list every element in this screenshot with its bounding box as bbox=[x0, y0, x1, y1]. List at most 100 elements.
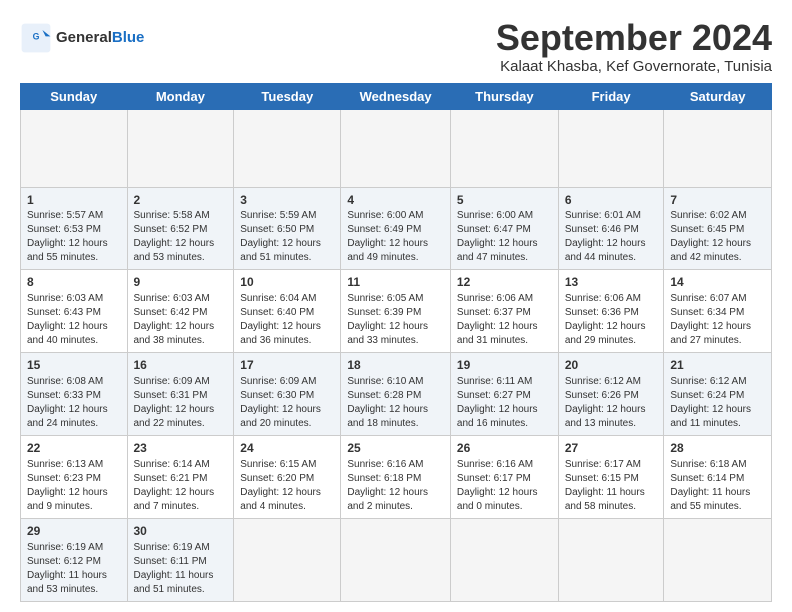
day-info: and 58 minutes. bbox=[565, 500, 658, 514]
day-info: Sunset: 6:40 PM bbox=[240, 306, 334, 320]
day-number: 4 bbox=[347, 192, 444, 209]
day-info: Daylight: 12 hours bbox=[565, 320, 658, 334]
day-info: Sunset: 6:27 PM bbox=[457, 389, 552, 403]
day-number: 11 bbox=[347, 274, 444, 291]
day-number: 8 bbox=[27, 274, 121, 291]
day-info: Sunrise: 5:57 AM bbox=[27, 209, 121, 223]
calendar-cell: 27Sunrise: 6:17 AMSunset: 6:15 PMDayligh… bbox=[558, 435, 664, 518]
calendar-cell bbox=[341, 518, 451, 601]
day-info: and 18 minutes. bbox=[347, 417, 444, 431]
day-info: Daylight: 11 hours bbox=[565, 486, 658, 500]
day-info: Daylight: 11 hours bbox=[670, 486, 765, 500]
day-info: Sunrise: 6:07 AM bbox=[670, 292, 765, 306]
calendar-cell: 17Sunrise: 6:09 AMSunset: 6:30 PMDayligh… bbox=[234, 353, 341, 436]
calendar-cell: 15Sunrise: 6:08 AMSunset: 6:33 PMDayligh… bbox=[21, 353, 128, 436]
day-info: Sunrise: 5:59 AM bbox=[240, 209, 334, 223]
day-number: 20 bbox=[565, 357, 658, 374]
day-info: Sunrise: 6:05 AM bbox=[347, 292, 444, 306]
day-info: Daylight: 12 hours bbox=[670, 320, 765, 334]
day-number: 14 bbox=[670, 274, 765, 291]
day-info: Sunset: 6:23 PM bbox=[27, 472, 121, 486]
day-info: Sunrise: 6:06 AM bbox=[565, 292, 658, 306]
calendar-cell bbox=[21, 109, 128, 187]
day-info: and 0 minutes. bbox=[457, 500, 552, 514]
calendar-cell: 8Sunrise: 6:03 AMSunset: 6:43 PMDaylight… bbox=[21, 270, 128, 353]
day-info: Daylight: 12 hours bbox=[457, 320, 552, 334]
day-info: Daylight: 11 hours bbox=[134, 569, 228, 583]
day-info: Sunrise: 6:19 AM bbox=[134, 541, 228, 555]
day-info: Sunset: 6:45 PM bbox=[670, 223, 765, 237]
svg-text:G: G bbox=[33, 32, 40, 42]
day-info: and 31 minutes. bbox=[457, 334, 552, 348]
calendar-cell: 12Sunrise: 6:06 AMSunset: 6:37 PMDayligh… bbox=[450, 270, 558, 353]
calendar-cell: 29Sunrise: 6:19 AMSunset: 6:12 PMDayligh… bbox=[21, 518, 128, 601]
day-info: Sunrise: 6:08 AM bbox=[27, 375, 121, 389]
day-info: Sunrise: 6:01 AM bbox=[565, 209, 658, 223]
day-info: Sunset: 6:46 PM bbox=[565, 223, 658, 237]
calendar-cell: 3Sunrise: 5:59 AMSunset: 6:50 PMDaylight… bbox=[234, 187, 341, 270]
day-info: Daylight: 12 hours bbox=[347, 486, 444, 500]
logo-icon: G bbox=[20, 22, 52, 54]
calendar-cell: 19Sunrise: 6:11 AMSunset: 6:27 PMDayligh… bbox=[450, 353, 558, 436]
col-saturday: Saturday bbox=[664, 83, 772, 109]
title-block: September 2024 Kalaat Khasba, Kef Govern… bbox=[496, 18, 772, 75]
calendar-cell: 1Sunrise: 5:57 AMSunset: 6:53 PMDaylight… bbox=[21, 187, 128, 270]
day-info: Sunset: 6:31 PM bbox=[134, 389, 228, 403]
day-info: Sunrise: 6:10 AM bbox=[347, 375, 444, 389]
calendar-cell: 18Sunrise: 6:10 AMSunset: 6:28 PMDayligh… bbox=[341, 353, 451, 436]
day-info: Sunrise: 6:12 AM bbox=[565, 375, 658, 389]
day-number: 18 bbox=[347, 357, 444, 374]
day-info: Daylight: 12 hours bbox=[27, 486, 121, 500]
day-info: Sunset: 6:12 PM bbox=[27, 555, 121, 569]
day-info: Sunrise: 6:09 AM bbox=[134, 375, 228, 389]
day-number: 29 bbox=[27, 523, 121, 540]
day-info: Sunrise: 6:09 AM bbox=[240, 375, 334, 389]
col-sunday: Sunday bbox=[21, 83, 128, 109]
day-info: Daylight: 12 hours bbox=[134, 486, 228, 500]
calendar-table: Sunday Monday Tuesday Wednesday Thursday… bbox=[20, 83, 772, 602]
day-number: 3 bbox=[240, 192, 334, 209]
day-info: Sunset: 6:49 PM bbox=[347, 223, 444, 237]
day-info: Sunset: 6:50 PM bbox=[240, 223, 334, 237]
day-info: Daylight: 12 hours bbox=[565, 403, 658, 417]
calendar-cell bbox=[450, 109, 558, 187]
day-info: and 2 minutes. bbox=[347, 500, 444, 514]
calendar-cell: 9Sunrise: 6:03 AMSunset: 6:42 PMDaylight… bbox=[127, 270, 234, 353]
day-number: 26 bbox=[457, 440, 552, 457]
day-number: 2 bbox=[134, 192, 228, 209]
day-info: Daylight: 12 hours bbox=[27, 320, 121, 334]
day-info: Sunrise: 6:03 AM bbox=[27, 292, 121, 306]
calendar-cell: 30Sunrise: 6:19 AMSunset: 6:11 PMDayligh… bbox=[127, 518, 234, 601]
calendar-week-3: 15Sunrise: 6:08 AMSunset: 6:33 PMDayligh… bbox=[21, 353, 772, 436]
logo-blue: Blue bbox=[112, 29, 145, 46]
col-friday: Friday bbox=[558, 83, 664, 109]
day-info: and 47 minutes. bbox=[457, 251, 552, 265]
day-info: Sunrise: 6:13 AM bbox=[27, 458, 121, 472]
calendar-cell: 11Sunrise: 6:05 AMSunset: 6:39 PMDayligh… bbox=[341, 270, 451, 353]
day-info: and 51 minutes. bbox=[240, 251, 334, 265]
day-info: and 11 minutes. bbox=[670, 417, 765, 431]
day-info: Sunrise: 6:17 AM bbox=[565, 458, 658, 472]
logo-general: General bbox=[56, 29, 112, 46]
calendar-cell: 5Sunrise: 6:00 AMSunset: 6:47 PMDaylight… bbox=[450, 187, 558, 270]
calendar-cell bbox=[127, 109, 234, 187]
day-number: 24 bbox=[240, 440, 334, 457]
day-info: and 42 minutes. bbox=[670, 251, 765, 265]
page: G GeneralBlue September 2024 Kalaat Khas… bbox=[0, 0, 792, 612]
day-info: Sunset: 6:52 PM bbox=[134, 223, 228, 237]
day-info: Sunrise: 6:16 AM bbox=[347, 458, 444, 472]
day-info: Daylight: 12 hours bbox=[670, 237, 765, 251]
calendar-week-0 bbox=[21, 109, 772, 187]
day-number: 16 bbox=[134, 357, 228, 374]
day-info: Daylight: 12 hours bbox=[240, 486, 334, 500]
calendar-cell bbox=[664, 109, 772, 187]
day-info: Sunset: 6:37 PM bbox=[457, 306, 552, 320]
calendar-cell: 21Sunrise: 6:12 AMSunset: 6:24 PMDayligh… bbox=[664, 353, 772, 436]
day-info: and 7 minutes. bbox=[134, 500, 228, 514]
col-monday: Monday bbox=[127, 83, 234, 109]
col-thursday: Thursday bbox=[450, 83, 558, 109]
day-number: 21 bbox=[670, 357, 765, 374]
day-info: and 33 minutes. bbox=[347, 334, 444, 348]
day-number: 23 bbox=[134, 440, 228, 457]
day-info: Sunset: 6:53 PM bbox=[27, 223, 121, 237]
